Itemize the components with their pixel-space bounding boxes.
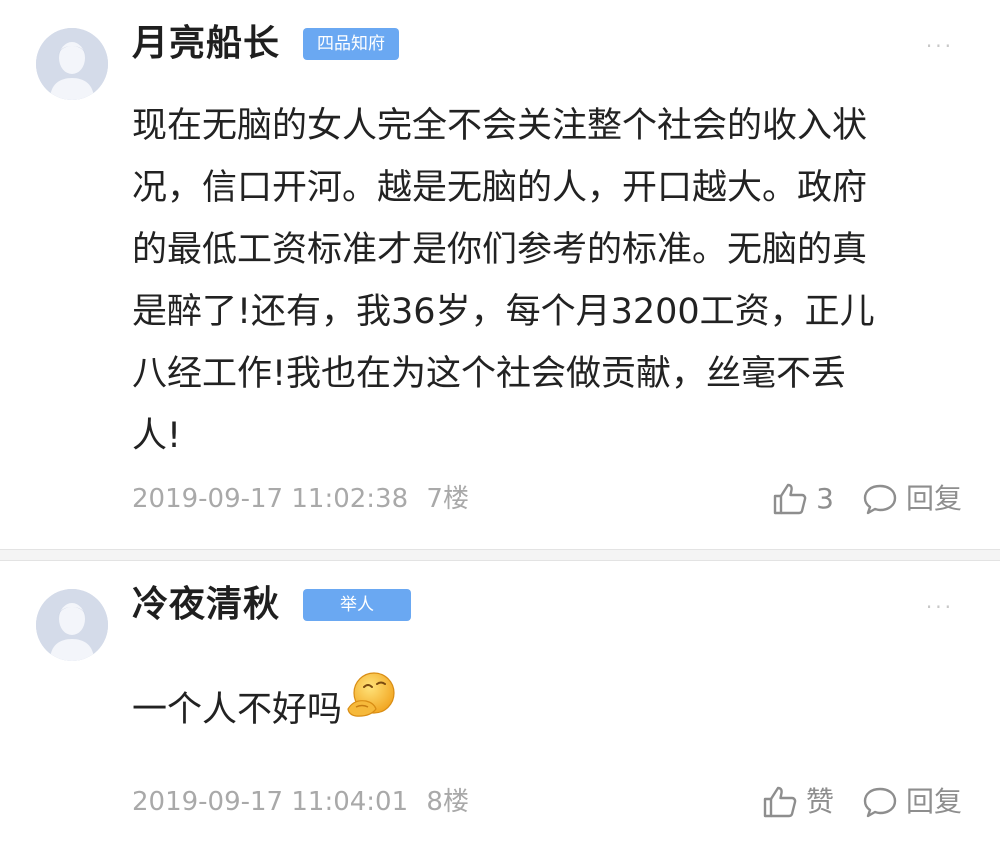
comment-actions: 赞 回复 <box>734 785 962 819</box>
thumbs-up-icon <box>773 483 807 515</box>
divider <box>0 550 1000 561</box>
more-options-icon[interactable]: ··· <box>926 36 954 56</box>
like-count: 3 <box>816 482 834 515</box>
comment-line: 八经工作!我也在为这个社会做贡献，丝毫不丢 <box>132 354 847 394</box>
comment-text: 一个人不好吗 <box>132 669 962 741</box>
thinking-face-emoji-icon <box>347 672 395 717</box>
comment-line: 一个人不好吗 <box>132 690 343 730</box>
comment-line: 的最低工资标准才是你们参考的标准。无脑的真 <box>132 230 868 270</box>
timestamp: 2019-09-17 11:02:38 <box>132 484 409 514</box>
rank-badge: 四品知府 <box>303 28 399 60</box>
default-avatar-icon <box>36 589 108 661</box>
more-options-icon[interactable]: ··· <box>926 597 954 617</box>
avatar[interactable] <box>36 28 108 100</box>
comment-bubble-icon <box>863 484 897 515</box>
timestamp: 2019-09-17 11:04:01 <box>132 787 409 817</box>
comment-line: 况，信口开河。越是无脑的人，开口越大。政府 <box>132 168 868 208</box>
default-avatar-icon <box>36 28 108 100</box>
comment-line: 是醉了!还有，我36岁，每个月3200工资，正儿 <box>132 292 875 332</box>
like-label: 赞 <box>805 785 834 818</box>
like-button[interactable]: 赞 <box>762 785 834 819</box>
comment-line: 人! <box>132 416 182 456</box>
comment-actions: 3 回复 <box>744 482 962 516</box>
comment-line: 现在无脑的女人完全不会关注整个社会的收入状 <box>132 106 868 146</box>
comment-item: 月亮船长 四品知府 ··· 现在无脑的女人完全不会关注整个社会的收入状 况，信口… <box>0 0 1000 550</box>
username[interactable]: 月亮船长 <box>132 22 280 66</box>
rank-badge: 举人 <box>303 589 411 621</box>
floor-number: 8楼 <box>426 787 469 817</box>
comment-text: 现在无脑的女人完全不会关注整个社会的收入状 况，信口开河。越是无脑的人，开口越大… <box>132 95 962 467</box>
thumbs-up-icon <box>763 786 797 818</box>
reply-label: 回复 <box>905 785 962 818</box>
reply-button[interactable]: 回复 <box>862 482 962 516</box>
comment-item: 冷夜清秋 举人 ··· 一个人不好吗 2019-09-17 11:04:01 8… <box>0 561 1000 857</box>
reply-label: 回复 <box>905 482 962 515</box>
comment-meta: 2019-09-17 11:02:38 7楼 <box>132 482 469 516</box>
username[interactable]: 冷夜清秋 <box>132 583 280 627</box>
avatar[interactable] <box>36 589 108 661</box>
like-button[interactable]: 3 <box>772 482 834 516</box>
comment-bubble-icon <box>863 787 897 818</box>
reply-button[interactable]: 回复 <box>862 785 962 819</box>
comment-meta: 2019-09-17 11:04:01 8楼 <box>132 785 469 819</box>
floor-number: 7楼 <box>426 484 469 514</box>
